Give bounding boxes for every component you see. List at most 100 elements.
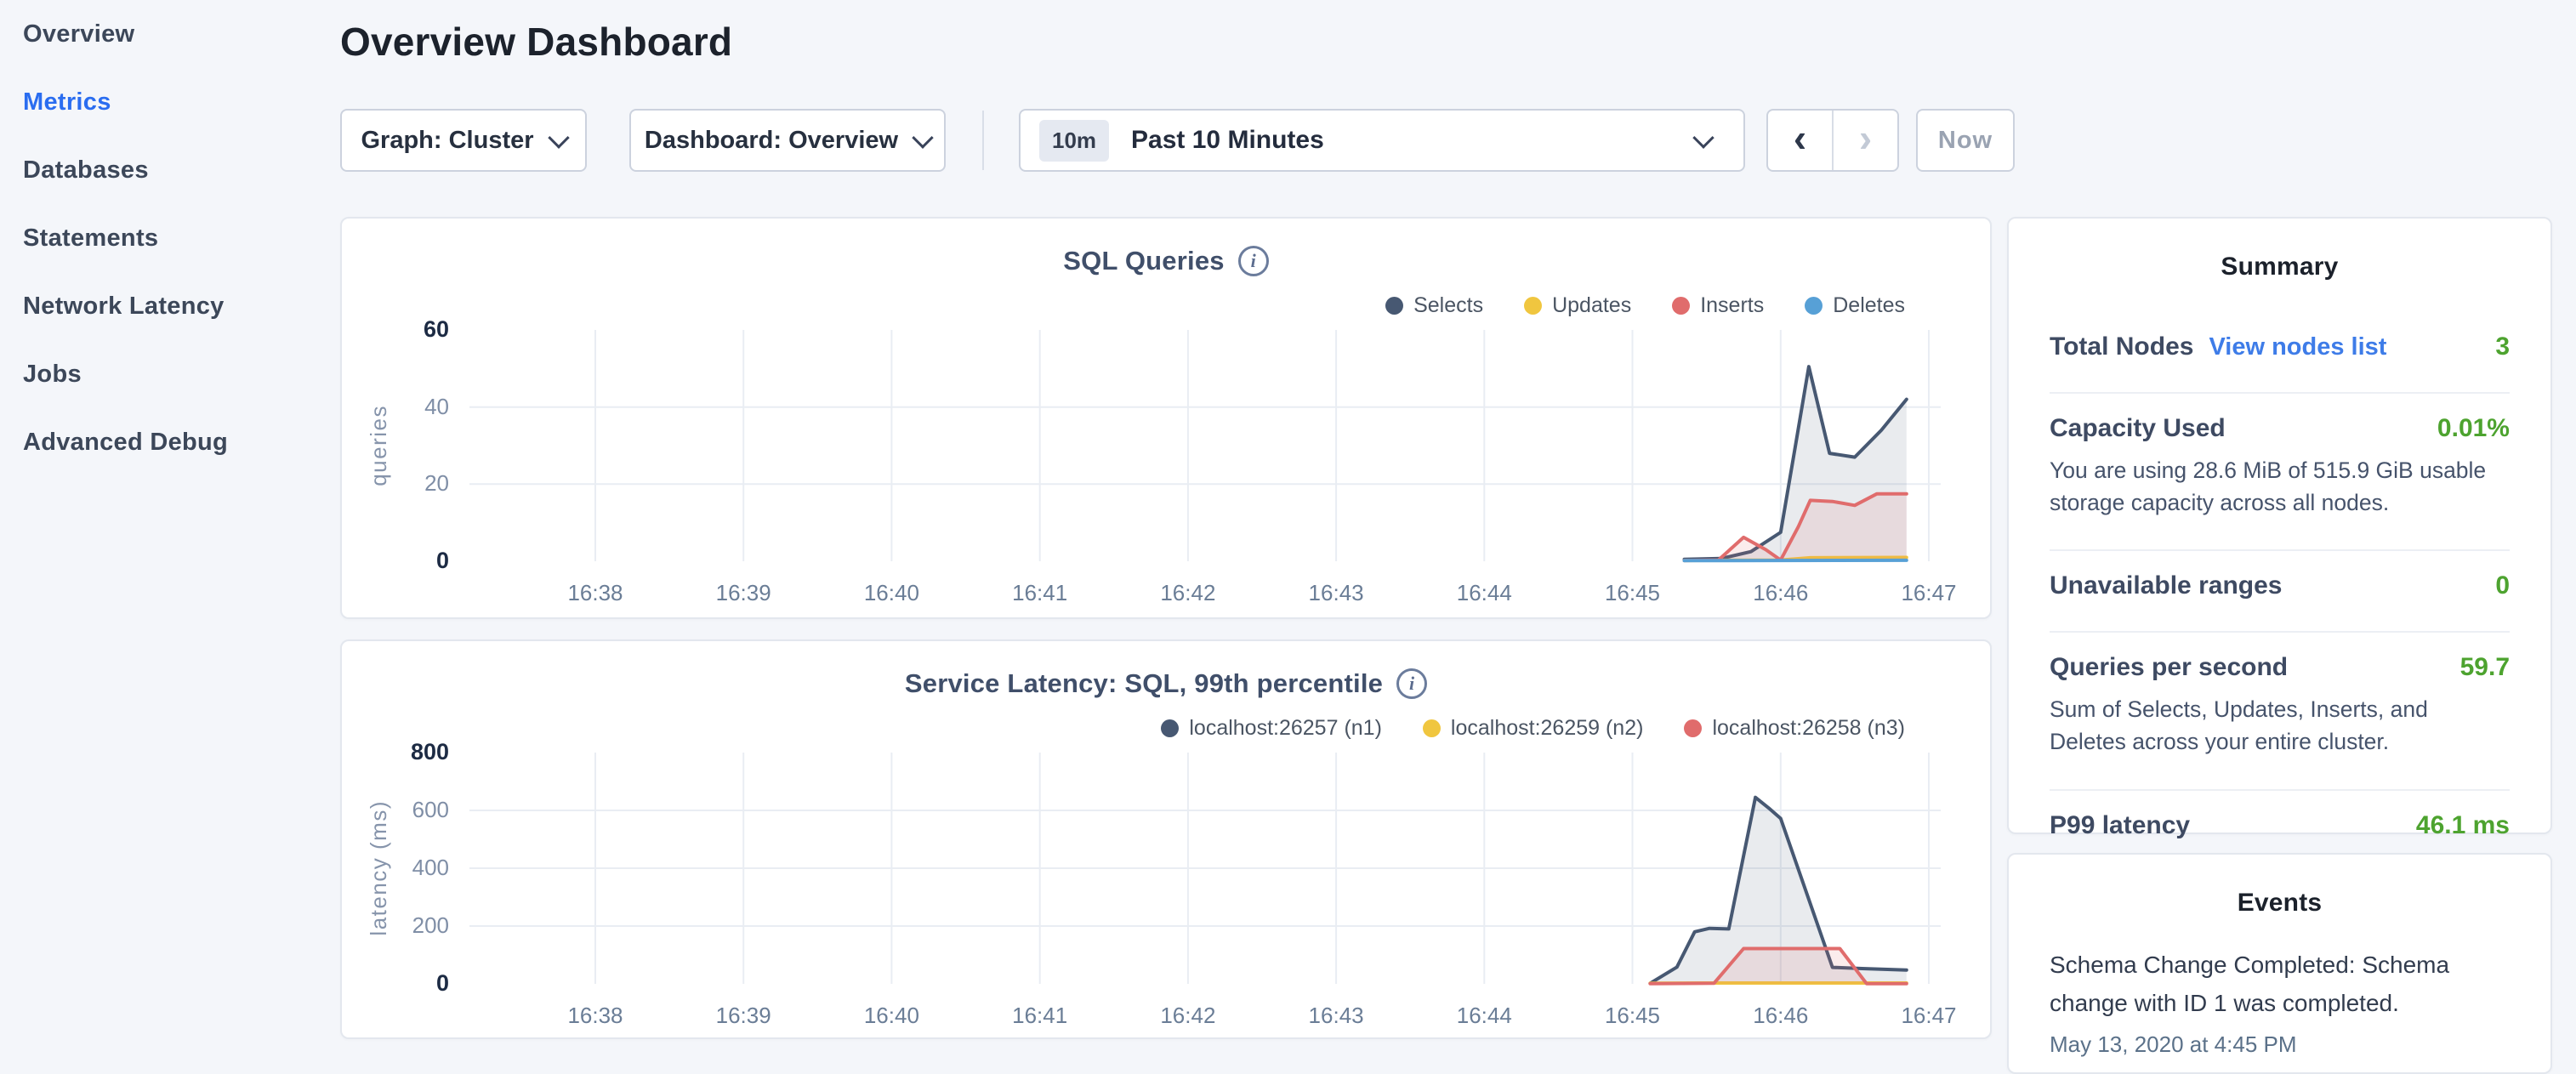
legend-item-localhost-26259-n2-[interactable]: localhost:26259 (n2) (1423, 716, 1644, 741)
x-tick-label: 16:40 (840, 580, 942, 606)
x-tick-label: 16:42 (1137, 580, 1239, 606)
legend-item-updates[interactable]: Updates (1524, 293, 1631, 318)
y-tick-label: 200 (342, 912, 449, 939)
x-tick-label: 16:41 (989, 1003, 1091, 1029)
x-tick-label: 16:46 (1730, 1003, 1832, 1029)
view-nodes-list-link[interactable]: View nodes list (2209, 333, 2386, 361)
sidebar-item-statements[interactable]: Statements (0, 204, 340, 272)
legend-item-localhost-26257-n1-[interactable]: localhost:26257 (n1) (1161, 716, 1382, 741)
graph-scope-label: Graph: Cluster (361, 127, 533, 155)
summary-value: 0 (2495, 571, 2510, 600)
y-tick-label: 0 (342, 548, 449, 574)
event-text: Schema Change Completed: Schema change w… (2050, 946, 2510, 1023)
legend-dot-icon (1684, 719, 1702, 737)
sidebar-item-databases[interactable]: Databases (0, 136, 340, 204)
y-tick-label: 800 (342, 739, 449, 765)
sql-queries-chart-card: SQL Queries i SelectsUpdatesInsertsDelet… (340, 217, 1992, 619)
legend-dot-icon (1524, 297, 1542, 315)
summary-value: 0.01% (2437, 414, 2510, 443)
summary-row-unavailable-ranges: Unavailable ranges 0 (2050, 551, 2510, 633)
info-icon[interactable]: i (1396, 668, 1427, 699)
time-pager: ‹ › (1766, 109, 1899, 172)
time-range-label: Past 10 Minutes (1131, 126, 1696, 155)
sidebar-item-network-latency[interactable]: Network Latency (0, 272, 340, 340)
time-prev-button[interactable]: ‹ (1768, 111, 1834, 170)
x-tick-label: 16:38 (544, 1003, 646, 1029)
sidebar-item-overview[interactable]: Overview (0, 0, 340, 68)
legend-item-localhost-26258-n3-[interactable]: localhost:26258 (n3) (1684, 716, 1905, 741)
chevron-down-icon (1692, 127, 1714, 148)
time-range-selector[interactable]: 10m Past 10 Minutes (1019, 109, 1745, 172)
event-list-item[interactable]: Schema Change Completed: Schema change w… (2050, 946, 2510, 1058)
controls-divider (982, 111, 984, 170)
chevron-down-icon (912, 127, 933, 148)
y-tick-label: 60 (342, 316, 449, 343)
dashboard-label: Dashboard: Overview (645, 127, 898, 155)
legend-dot-icon (1672, 297, 1690, 315)
summary-value: 46.1 ms (2416, 811, 2510, 840)
legend-label: localhost:26258 (n3) (1712, 716, 1905, 741)
time-next-button[interactable]: › (1834, 111, 1897, 170)
x-tick-label: 16:40 (840, 1003, 942, 1029)
chart-title: Service Latency: SQL, 99th percentile (905, 668, 1383, 699)
now-button[interactable]: Now (1916, 109, 2015, 172)
summary-row-queries-per-second: Queries per second 59.7 Sum of Selects, … (2050, 633, 2510, 790)
legend-label: Selects (1413, 293, 1483, 318)
x-tick-label: 16:43 (1285, 1003, 1387, 1029)
summary-label: Unavailable ranges (2050, 571, 2282, 600)
controls-bar: Graph: Cluster Dashboard: Overview 10m P… (340, 109, 2041, 172)
summary-description: Sum of Selects, Updates, Inserts, and De… (2050, 694, 2510, 758)
x-tick-label: 16:44 (1433, 580, 1535, 606)
service-latency-chart-card: Service Latency: SQL, 99th percentile i … (340, 639, 1992, 1039)
x-tick-label: 16:42 (1137, 1003, 1239, 1029)
summary-row-capacity-used: Capacity Used 0.01% You are using 28.6 M… (2050, 394, 2510, 551)
graph-scope-dropdown[interactable]: Graph: Cluster (340, 109, 587, 172)
x-tick-label: 16:46 (1730, 580, 1832, 606)
summary-row-total-nodes: Total Nodes View nodes list 3 (2050, 312, 2510, 394)
legend-label: localhost:26257 (n1) (1189, 716, 1382, 741)
sidebar-item-metrics[interactable]: Metrics (0, 68, 340, 136)
x-tick-label: 16:39 (692, 1003, 794, 1029)
y-tick-label: 400 (342, 855, 449, 881)
summary-label: Queries per second (2050, 653, 2288, 682)
x-tick-label: 16:47 (1878, 1003, 1980, 1029)
legend-dot-icon (1161, 719, 1179, 737)
dashboard-dropdown[interactable]: Dashboard: Overview (629, 109, 946, 172)
legend-label: Inserts (1700, 293, 1764, 318)
x-tick-label: 16:45 (1582, 580, 1684, 606)
chevron-down-icon (548, 127, 569, 148)
legend-item-deletes[interactable]: Deletes (1805, 293, 1905, 318)
chart-plot-area[interactable] (469, 330, 1941, 561)
events-title: Events (2009, 855, 2550, 918)
info-icon[interactable]: i (1238, 246, 1269, 276)
summary-value: 3 (2495, 332, 2510, 361)
y-axis-title: queries (364, 330, 393, 561)
chart-legend: Selects Updates Inserts Deletes (1385, 293, 1905, 318)
y-tick-label: 40 (342, 394, 449, 420)
legend-dot-icon (1805, 297, 1823, 315)
overview-dashboard-page: { "sidebar": { "items": [ {"label": "Ove… (0, 0, 2576, 1051)
time-range-badge: 10m (1039, 120, 1109, 162)
x-tick-label: 16:38 (544, 580, 646, 606)
sidebar-item-advanced-debug[interactable]: Advanced Debug (0, 408, 340, 476)
summary-label: P99 latency (2050, 811, 2190, 840)
x-tick-label: 16:47 (1878, 580, 1980, 606)
legend-label: Updates (1552, 293, 1631, 318)
legend-item-inserts[interactable]: Inserts (1672, 293, 1764, 318)
y-tick-label: 600 (342, 797, 449, 823)
legend-label: localhost:26259 (n2) (1451, 716, 1644, 741)
legend-dot-icon (1385, 297, 1403, 315)
summary-panel: Summary Total Nodes View nodes list 3 Ca… (2007, 217, 2552, 834)
x-tick-label: 16:44 (1433, 1003, 1535, 1029)
legend-item-selects[interactable]: Selects (1385, 293, 1483, 318)
x-tick-label: 16:43 (1285, 580, 1387, 606)
summary-description: You are using 28.6 MiB of 515.9 GiB usab… (2050, 455, 2510, 519)
events-panel: Events Schema Change Completed: Schema c… (2007, 853, 2552, 1074)
y-tick-label: 20 (342, 470, 449, 497)
event-timestamp: May 13, 2020 at 4:45 PM (2050, 1031, 2510, 1058)
chart-plot-area[interactable] (469, 753, 1941, 984)
sidebar-nav: Overview Metrics Databases Statements Ne… (0, 0, 340, 1051)
summary-value: 59.7 (2460, 653, 2510, 682)
sidebar-item-jobs[interactable]: Jobs (0, 340, 340, 408)
page-title: Overview Dashboard (340, 19, 732, 65)
